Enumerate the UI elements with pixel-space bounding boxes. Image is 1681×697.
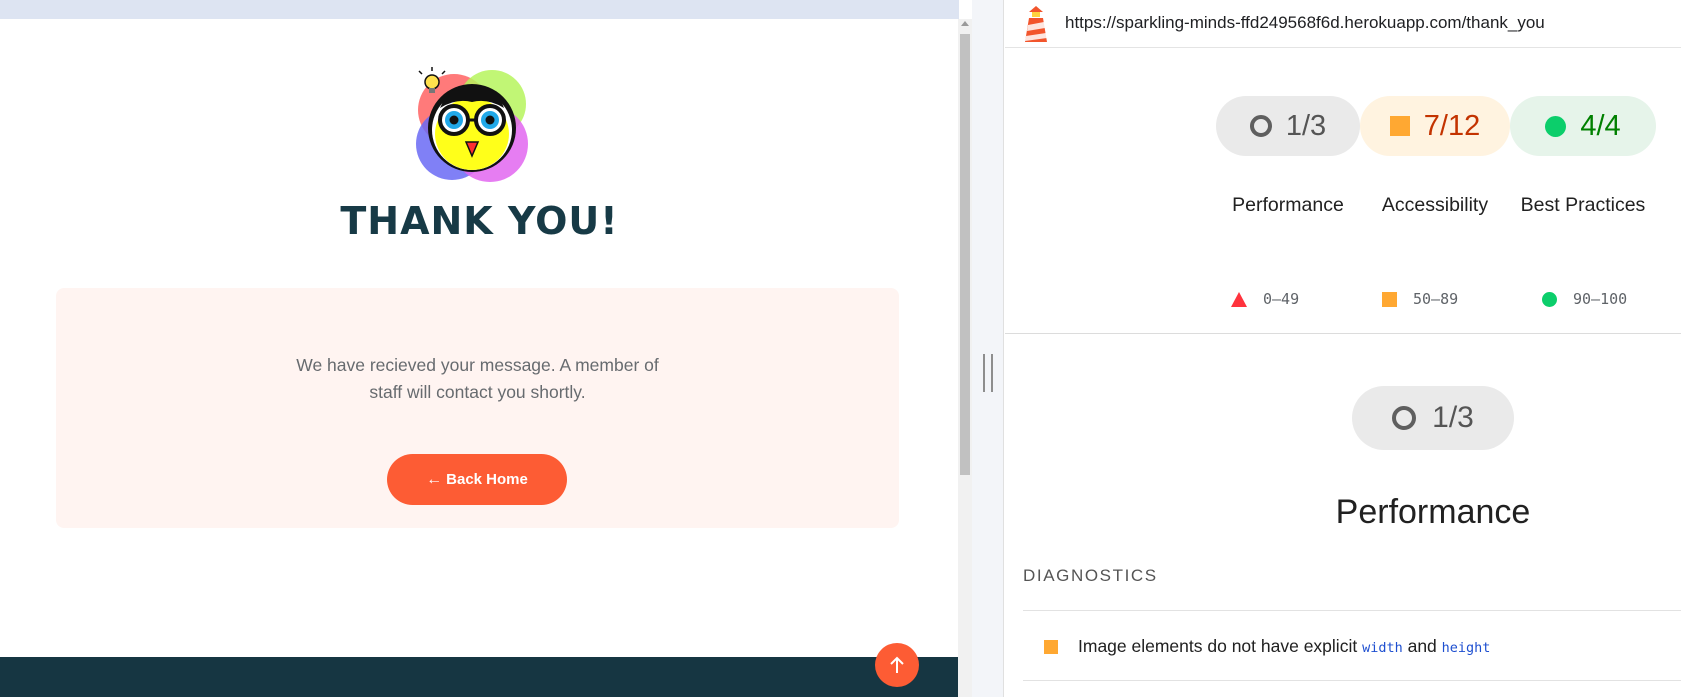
legend-range: 90–100 <box>1573 290 1628 308</box>
gauge-score: 1/3 <box>1285 109 1327 142</box>
audit-code: height <box>1441 640 1491 656</box>
report-url[interactable]: https://sparkling-minds-ffd249568f6d.her… <box>1065 13 1545 33</box>
audit-code: width <box>1362 640 1403 656</box>
lighthouse-report: https://sparkling-minds-ffd249568f6d.her… <box>1005 0 1681 697</box>
panel-splitter <box>972 0 1004 697</box>
back-home-label: Back Home <box>446 471 528 488</box>
audit-divider <box>1023 610 1681 611</box>
legend-range: 0–49 <box>1263 290 1300 308</box>
scroll-to-top-button[interactable] <box>875 643 919 687</box>
category-score: 1/3 <box>1432 401 1474 434</box>
pass-circle-icon <box>1542 291 1557 307</box>
audit-text: and <box>1407 636 1437 656</box>
category-title: Performance <box>1335 493 1531 531</box>
confirmation-message: We have recieved your message. A member … <box>296 355 659 402</box>
page-title: THANK YOU! <box>340 199 619 243</box>
report-url-bar: https://sparkling-minds-ffd249568f6d.her… <box>1005 0 1681 48</box>
pass-circle-icon <box>1545 115 1567 137</box>
gauge-score: 7/12 <box>1423 109 1481 142</box>
audit-text: Image elements do not have explicit <box>1078 636 1358 656</box>
lighthouse-icon <box>1025 6 1047 42</box>
legend-item: 90–100 <box>1542 290 1627 308</box>
legend-range: 50–89 <box>1413 290 1459 308</box>
average-square-icon <box>1382 291 1397 307</box>
fail-triangle-icon <box>1231 291 1247 307</box>
average-square-icon <box>1389 116 1410 136</box>
section-divider <box>1005 333 1681 334</box>
scrollbar-thumb[interactable] <box>960 34 970 475</box>
gauge-score: 4/4 <box>1580 109 1621 142</box>
message-card: We have recieved your message. A member … <box>56 288 899 528</box>
gauge-label[interactable]: Accessibility <box>1360 190 1510 220</box>
category-gauge: 1/3 <box>1352 386 1514 450</box>
back-home-button[interactable]: ← Back Home <box>387 454 567 505</box>
gauge-accessibility[interactable]: 7/12 <box>1360 96 1510 156</box>
footer <box>0 657 959 697</box>
neutral-circle-icon <box>1249 115 1272 137</box>
top-strip <box>0 0 959 19</box>
gauge-best-practices[interactable]: 4/4 <box>1510 96 1656 156</box>
gauge-label[interactable]: Performance <box>1216 190 1360 220</box>
diagnostics-heading: DIAGNOSTICS <box>1023 566 1158 585</box>
page-scrollbar[interactable] <box>958 19 972 697</box>
website-page: THANK YOU! We have recieved your message… <box>0 0 959 697</box>
owl-logo-icon <box>416 67 528 182</box>
audit-item[interactable]: Image elements do not have explicit widt… <box>1044 636 1490 657</box>
resize-handle[interactable] <box>983 354 993 392</box>
arrow-up-icon <box>890 656 904 673</box>
audit-divider <box>1023 680 1681 681</box>
gauge-performance[interactable]: 1/3 <box>1216 96 1360 156</box>
average-square-icon <box>1044 639 1058 654</box>
audit-title: Image elements do not have explicit widt… <box>1078 636 1490 657</box>
neutral-circle-icon <box>1392 406 1417 430</box>
legend-item: 50–89 <box>1382 290 1458 308</box>
scroll-up-arrow-icon[interactable] <box>961 21 969 26</box>
arrow-left-icon: ← <box>426 470 443 488</box>
legend-item: 0–49 <box>1231 290 1299 308</box>
gauge-label[interactable]: Best Practices <box>1510 190 1656 220</box>
